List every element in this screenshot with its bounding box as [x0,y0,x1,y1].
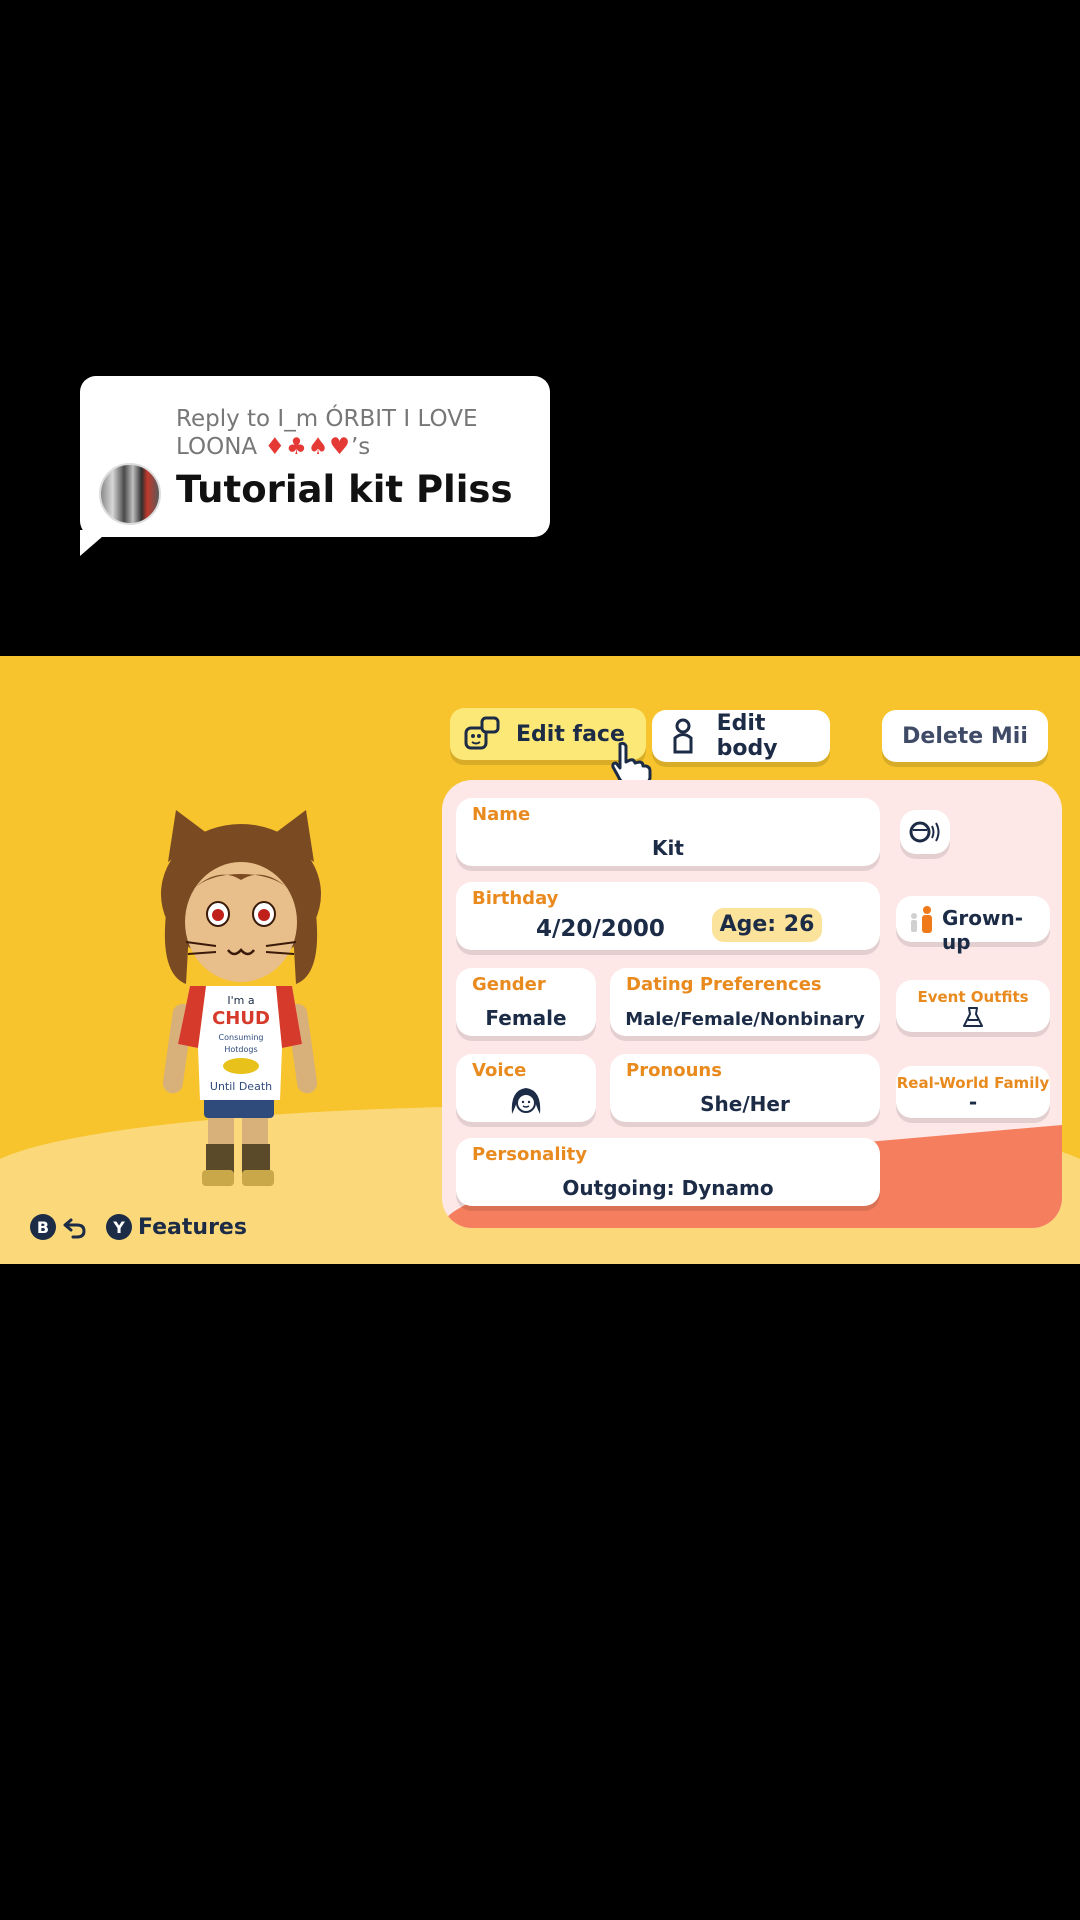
reply-bubble-tail [80,530,110,556]
personality-value: Outgoing: Dynamo [562,1176,774,1200]
personality-field[interactable]: Personality Outgoing: Dynamo [456,1138,880,1206]
personality-label: Personality [472,1144,587,1165]
mii-info-panel: Name Kit Birthday 4/20/2000 Age: 26 Grow… [442,780,1062,1228]
reply-to-suffix: ’s [350,434,371,460]
grownup-figure-icon [911,906,932,933]
gender-label: Gender [472,974,546,995]
age-badge: Age: 26 [712,908,822,942]
shirt-text-2: CHUD [212,1008,270,1029]
name-field[interactable]: Name Kit [456,798,880,866]
birthday-label: Birthday [472,888,559,909]
speaking-face-icon [909,821,940,843]
shirt-text-4: Hotdogs [224,1045,257,1054]
grownup-label: Grown-up [942,906,1024,954]
dating-preferences-field[interactable]: Dating Preferences Male/Female/Nonbinary [610,968,880,1036]
mii-profile-screen: Edit face Edit body Delete Mii Name Kit [0,656,1080,1264]
delete-mii-button[interactable]: Delete Mii [882,710,1048,762]
edit-face-icon [462,714,502,754]
life-stage-button[interactable]: Grown-up [896,896,1050,954]
event-outfits-button[interactable]: Event Outfits [896,980,1050,1032]
back-arrow-icon [63,1218,86,1239]
edit-body-button[interactable]: Edit body [652,710,830,762]
b-button-icon: B [30,1214,56,1240]
edit-body-label: Edit body [716,711,778,761]
name-label: Name [472,804,531,825]
gender-field[interactable]: Gender Female [456,968,596,1036]
pronouns-field[interactable]: Pronouns She/Her [610,1054,880,1122]
mii-figure: I'm a CHUD Consuming Hotdogs Until Death [161,810,321,1186]
event-outfits-label: Event Outfits [917,988,1029,1006]
voice-field[interactable]: Voice [456,1054,596,1122]
pronouns-label: Pronouns [626,1060,722,1081]
delete-mii-label: Delete Mii [902,723,1028,749]
dress-icon [963,1007,983,1027]
reply-to-suits: ♦♣♠♥ [264,434,351,460]
real-world-family-button[interactable]: Real-World Family - [896,1066,1050,1118]
birthday-value: 4/20/2000 [536,916,665,942]
commenter-avatar[interactable] [99,463,161,525]
reply-to-text: Reply to I_m ÓRBIT I LOVE LOONA ♦♣♠♥’s [176,405,536,461]
voice-avatar-icon [511,1088,541,1114]
dating-preferences-label: Dating Preferences [626,974,822,995]
gender-value: Female [485,1006,567,1030]
y-button-icon: Y [106,1214,132,1240]
features-hint[interactable]: Y Features [106,1214,247,1240]
birthday-field[interactable]: Birthday 4/20/2000 Age: 26 [456,882,880,950]
shirt-text-1: I'm a [227,994,254,1007]
name-value: Kit [652,836,684,860]
voice-test-button[interactable] [900,810,950,854]
features-label: Features [138,1214,247,1240]
shirt-text-3: Consuming [219,1033,264,1042]
edit-body-icon [664,716,703,756]
dating-preferences-value: Male/Female/Nonbinary [625,1009,865,1030]
voice-label: Voice [472,1060,527,1081]
mii-character: I'm a CHUD Consuming Hotdogs Until Death [146,804,336,1204]
real-world-family-value: - [968,1090,978,1114]
edit-face-label: Edit face [516,721,625,747]
hotdog-graphic [223,1058,259,1074]
back-hint[interactable]: B [30,1214,88,1240]
pronouns-value: She/Her [700,1092,790,1116]
reply-comment-title: Tutorial kit Pliss [176,468,513,511]
shirt-text-5: Until Death [210,1080,272,1093]
